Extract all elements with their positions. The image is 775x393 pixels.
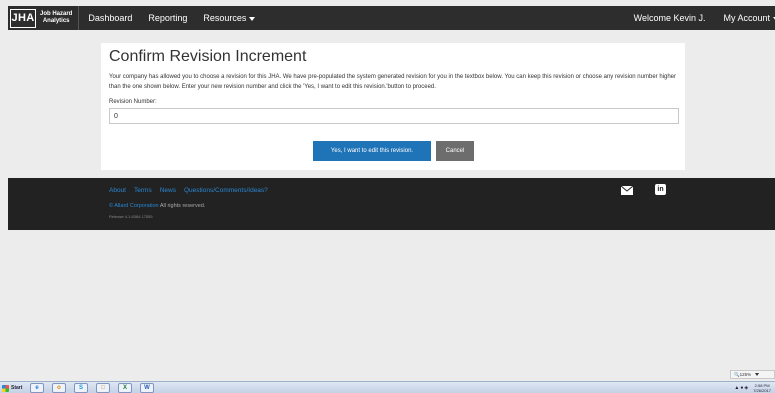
internet-explorer-icon[interactable]: e — [30, 383, 44, 393]
nav-links: Dashboard Reporting Resources — [88, 13, 271, 23]
confirm-revision-panel: Confirm Revision Increment Your company … — [101, 43, 685, 170]
confirm-edit-revision-button[interactable]: Yes, I want to edit this revision. — [313, 141, 431, 161]
dialog-description: Your company has allowed you to choose a… — [109, 74, 676, 90]
my-account-label: My Account — [723, 13, 770, 23]
skype-icon[interactable]: S — [74, 383, 88, 393]
excel-icon[interactable]: X — [118, 383, 132, 393]
copyright: © Allard Corporation All rights reserved… — [109, 203, 205, 209]
page-title: Confirm Revision Increment — [109, 48, 307, 65]
nav-dashboard[interactable]: Dashboard — [88, 13, 132, 23]
footer-link-about[interactable]: About — [109, 187, 126, 194]
nav-divider — [78, 6, 80, 30]
system-clock[interactable]: 2:58 PM 7/26/2017 — [753, 383, 771, 393]
dialog-actions: Yes, I want to edit this revision. Cance… — [313, 141, 474, 161]
mail-icon[interactable] — [621, 186, 633, 195]
brand-logo[interactable]: JHA Job Hazard Analytics — [8, 6, 72, 30]
taskbar: Start e o S □ X W ▲●◈ 2:58 PM 7/26/2017 — [0, 381, 775, 393]
clock-date: 7/26/2017 — [753, 387, 771, 393]
site-footer: About Terms News Questions/Comments/Idea… — [8, 178, 775, 230]
cancel-button[interactable]: Cancel — [436, 141, 474, 161]
brand-line-1: Job Hazard — [40, 11, 73, 17]
word-icon[interactable]: W — [140, 383, 154, 393]
start-label: Start — [11, 385, 23, 391]
linkedin-icon[interactable]: in — [655, 184, 666, 195]
system-tray: ▲●◈ 2:58 PM 7/26/2017 — [734, 382, 771, 393]
nav-reporting[interactable]: Reporting — [148, 13, 187, 23]
welcome-user[interactable]: Welcome Kevin J. — [634, 13, 706, 23]
top-navbar: JHA Job Hazard Analytics Dashboard Repor… — [8, 6, 775, 30]
brand-abbr: JHA — [10, 8, 36, 28]
start-button[interactable]: Start — [2, 383, 22, 393]
zoom-level-control[interactable]: 🔍 125% — [730, 370, 775, 379]
footer-link-news[interactable]: News — [160, 187, 176, 194]
revision-number-input[interactable] — [109, 108, 679, 124]
revision-number-label: Revision Number: — [109, 99, 157, 105]
nav-resources[interactable]: Resources — [203, 13, 256, 23]
my-account-menu[interactable]: My Account — [723, 13, 775, 23]
brand-line-2: Analytics — [42, 18, 70, 24]
footer-link-feedback[interactable]: Questions/Comments/Ideas? — [184, 187, 268, 194]
clock-time: 2:58 PM — [754, 382, 770, 388]
footer-links: About Terms News Questions/Comments/Idea… — [109, 187, 276, 194]
tray-icons[interactable]: ▲●◈ — [734, 385, 749, 391]
nav-resources-label: Resources — [203, 13, 247, 23]
outlook-icon[interactable]: o — [52, 383, 66, 393]
copyright-text: All rights reserved. — [158, 203, 206, 209]
chevron-down-icon — [249, 16, 256, 21]
footer-link-terms[interactable]: Terms — [134, 187, 152, 194]
chevron-down-icon — [755, 373, 760, 376]
release-version: Release 4.1.6384.17555 — [109, 214, 153, 219]
windows-logo-icon — [2, 384, 9, 392]
file-explorer-icon[interactable]: □ — [96, 383, 110, 393]
zoom-level-value: 125% — [739, 372, 752, 377]
copyright-corp-link[interactable]: © Allard Corporation — [109, 203, 159, 209]
